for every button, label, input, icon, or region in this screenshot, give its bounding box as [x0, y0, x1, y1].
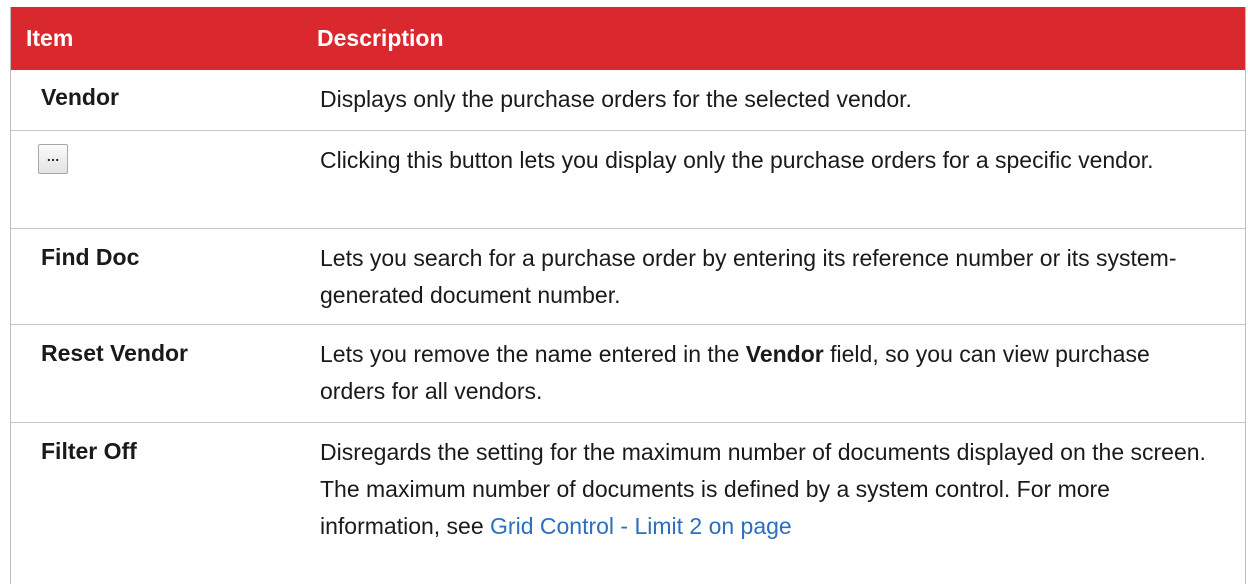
description-text: Lets you remove the name entered in the: [320, 341, 746, 367]
items-table: Item Description Vendor Displays only th…: [10, 7, 1246, 584]
grid-control-link[interactable]: Grid Control - Limit 2 on page: [490, 513, 792, 539]
table-row-filter-off: Filter Off Disregards the setting for th…: [11, 423, 1245, 584]
item-description: Disregards the setting for the maximum n…: [320, 434, 1220, 545]
item-label: Reset Vendor: [41, 340, 188, 366]
item-description: Lets you search for a purchase order by …: [320, 245, 1177, 308]
header-description: Description: [317, 25, 444, 51]
table-row-reset-vendor: Reset Vendor Lets you remove the name en…: [11, 325, 1245, 422]
table-row-ellipsis: ... Clicking this button lets you displa…: [11, 131, 1245, 228]
item-description: Lets you remove the name entered in the …: [320, 336, 1220, 410]
page: Item Description Vendor Displays only th…: [0, 0, 1248, 584]
table-row-vendor: Vendor Displays only the purchase orders…: [11, 70, 1245, 130]
item-label: Filter Off: [41, 438, 137, 464]
table-row-find-doc: Find Doc Lets you search for a purchase …: [11, 229, 1245, 324]
header-item: Item: [26, 25, 74, 51]
ellipsis-button[interactable]: ...: [38, 144, 68, 174]
table-header: Item Description: [11, 7, 1245, 70]
item-label: Vendor: [41, 84, 119, 110]
item-description: Displays only the purchase orders for th…: [320, 86, 912, 112]
item-description: Clicking this button lets you display on…: [320, 147, 1154, 173]
item-label: Find Doc: [41, 244, 140, 270]
description-bold-vendor: Vendor: [745, 341, 824, 367]
